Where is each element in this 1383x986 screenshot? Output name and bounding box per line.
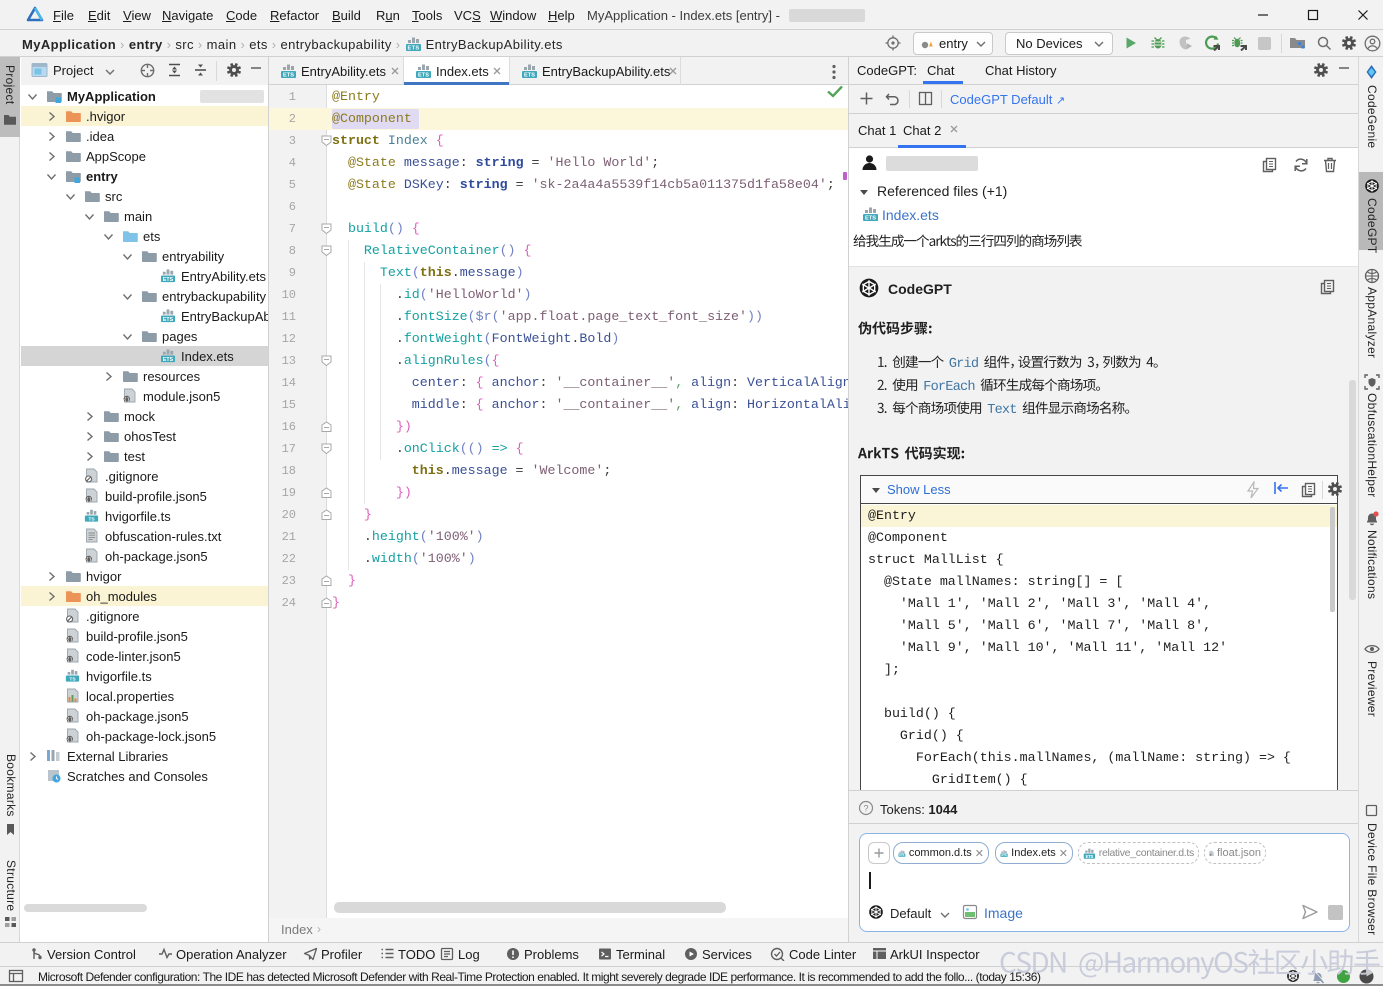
svg-text:{}: {} bbox=[67, 717, 73, 723]
svg-text:ETS: ETS bbox=[163, 277, 174, 283]
svg-text:ETS: ETS bbox=[163, 317, 174, 323]
svg-text:{}: {} bbox=[86, 497, 92, 503]
svg-text:ETS: ETS bbox=[407, 46, 419, 52]
svg-text:{}: {} bbox=[67, 737, 73, 743]
svg-text:ETS: ETS bbox=[524, 73, 535, 79]
svg-text:ETS: ETS bbox=[865, 216, 876, 222]
svg-text:ETS: ETS bbox=[899, 853, 904, 857]
svg-text:ETS: ETS bbox=[1001, 853, 1006, 857]
svg-text:{}: {} bbox=[86, 557, 92, 563]
svg-text:ETS: ETS bbox=[418, 73, 429, 79]
svg-text:TS: TS bbox=[69, 677, 76, 683]
svg-text:?: ? bbox=[863, 804, 868, 814]
svg-text:ETS: ETS bbox=[1086, 853, 1094, 858]
svg-text:{}: {} bbox=[1210, 853, 1212, 856]
svg-text:{}: {} bbox=[124, 397, 130, 403]
svg-text:TS: TS bbox=[88, 517, 95, 523]
svg-text:{}: {} bbox=[67, 637, 73, 643]
svg-text:ETS: ETS bbox=[283, 73, 294, 79]
svg-text:ETS: ETS bbox=[163, 357, 174, 363]
svg-text:{}: {} bbox=[67, 657, 73, 663]
